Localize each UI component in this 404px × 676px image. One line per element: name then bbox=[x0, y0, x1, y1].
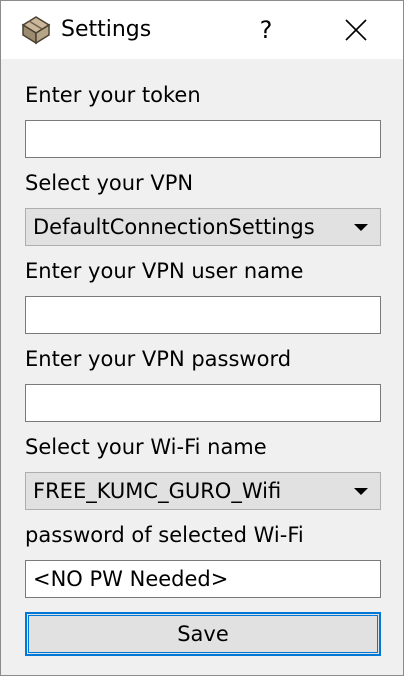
package-icon bbox=[21, 15, 51, 45]
wifi-password-label: password of selected Wi-Fi bbox=[25, 523, 304, 547]
help-button[interactable]: ? bbox=[245, 9, 287, 51]
wifi-password-input[interactable] bbox=[25, 560, 381, 598]
vpn-select[interactable]: DefaultConnectionSettings bbox=[25, 208, 381, 246]
chevron-down-icon bbox=[354, 488, 368, 495]
settings-window: Settings ? Enter your token Select your … bbox=[0, 0, 404, 676]
vpn-label: Select your VPN bbox=[25, 171, 194, 195]
vpn-selected-value: DefaultConnectionSettings bbox=[33, 215, 315, 239]
vpn-password-label: Enter your VPN password bbox=[25, 347, 292, 371]
wifi-select[interactable]: FREE_KUMC_GURO_Wifi bbox=[25, 472, 381, 510]
close-button[interactable] bbox=[333, 9, 379, 51]
close-icon bbox=[345, 19, 367, 41]
token-input[interactable] bbox=[25, 120, 381, 158]
title-bar[interactable]: Settings ? bbox=[1, 1, 403, 59]
vpn-password-input[interactable] bbox=[25, 384, 381, 422]
vpn-user-input[interactable] bbox=[25, 296, 381, 334]
window-title: Settings bbox=[61, 17, 152, 42]
token-label: Enter your token bbox=[25, 83, 201, 107]
wifi-selected-value: FREE_KUMC_GURO_Wifi bbox=[33, 479, 282, 503]
wifi-label: Select your Wi-Fi name bbox=[25, 435, 267, 459]
chevron-down-icon bbox=[354, 224, 368, 231]
focus-ring bbox=[28, 615, 378, 653]
vpn-user-label: Enter your VPN user name bbox=[25, 259, 304, 283]
save-button[interactable]: Save bbox=[25, 612, 381, 656]
